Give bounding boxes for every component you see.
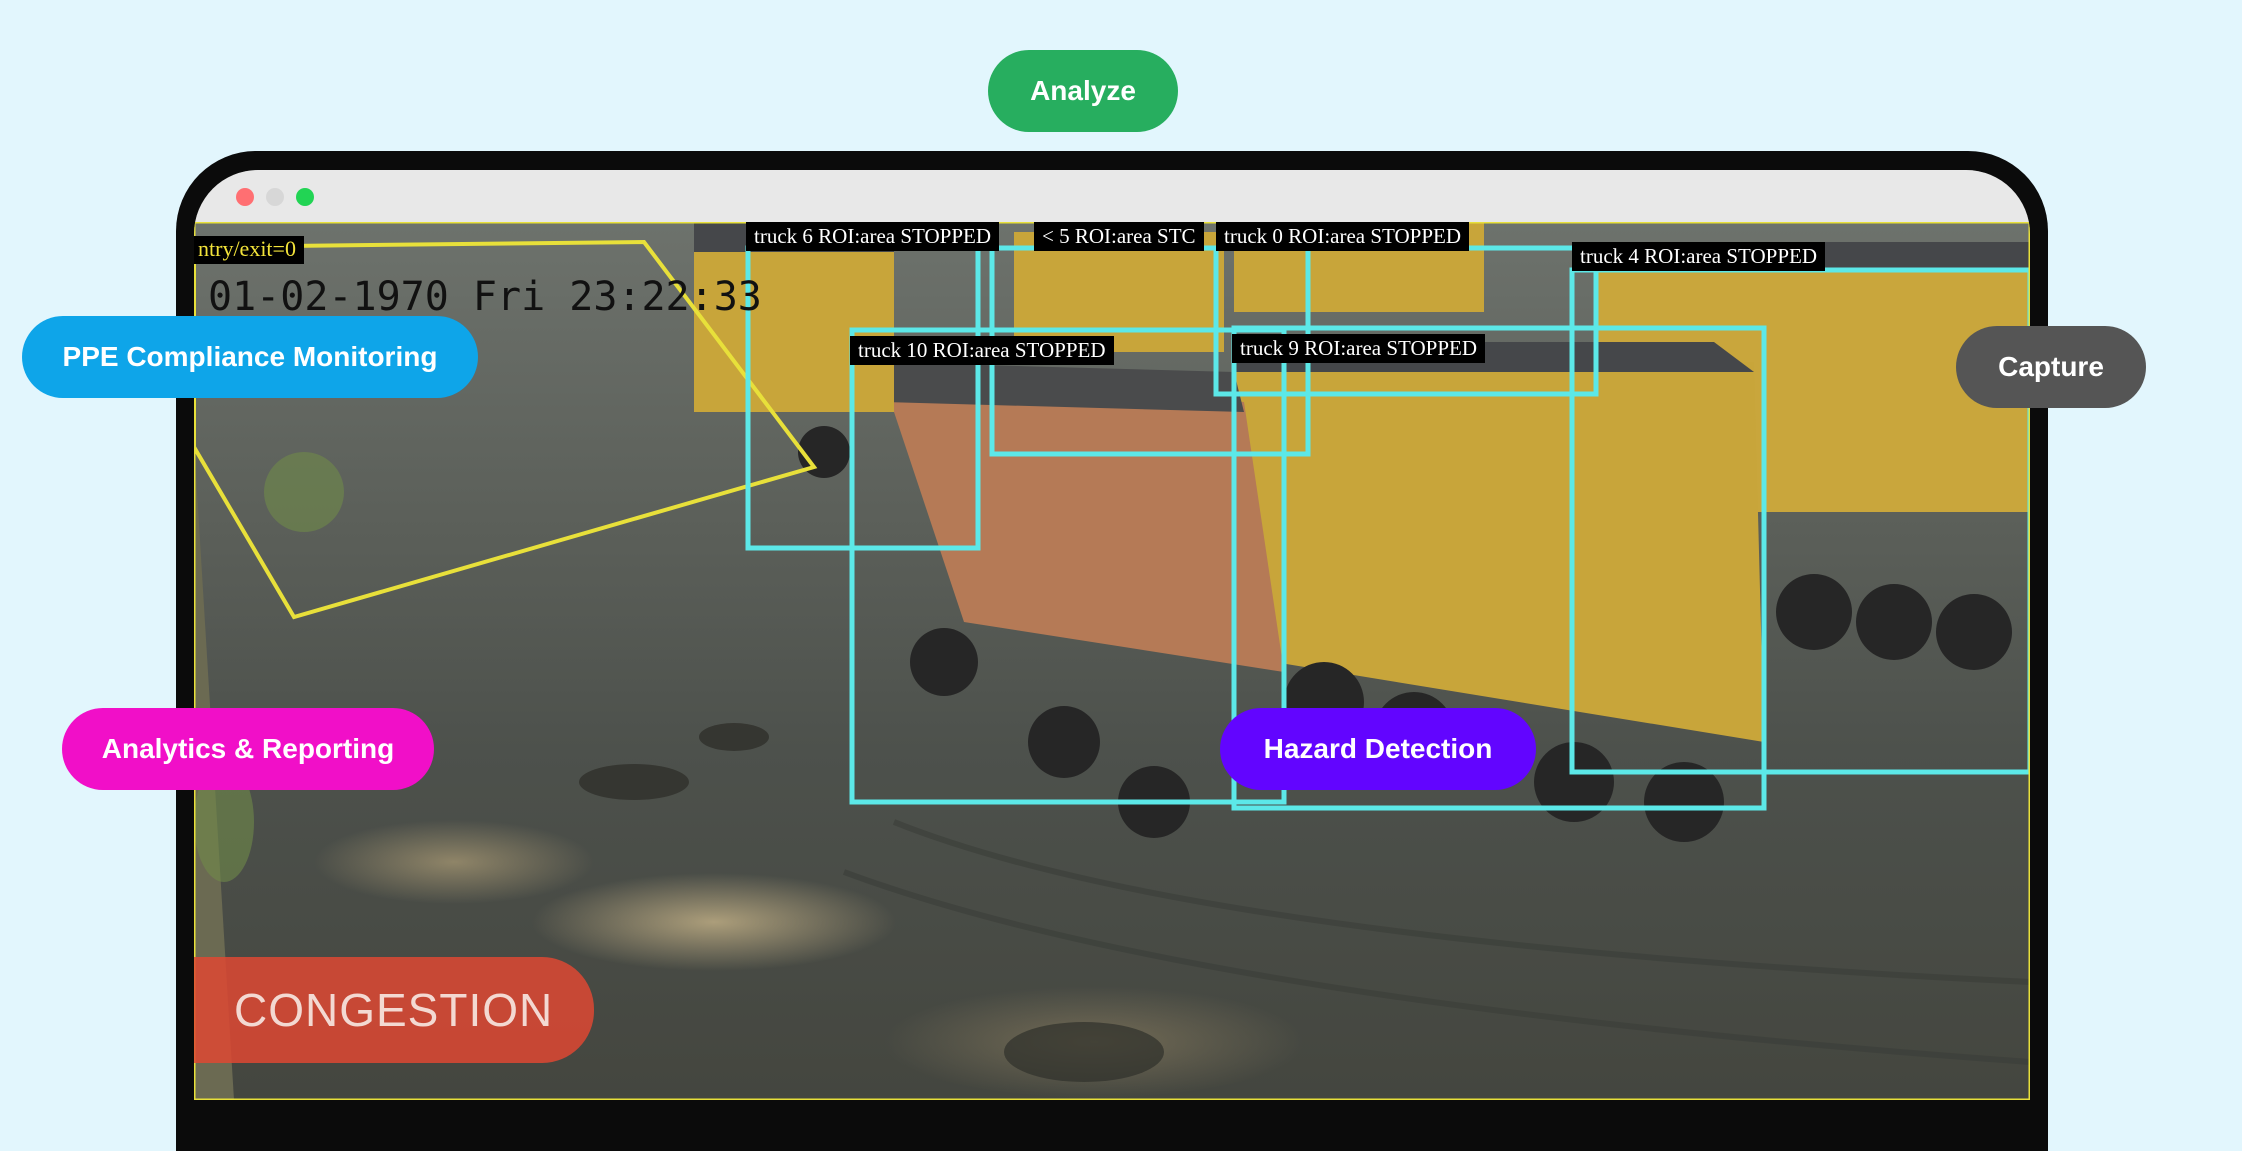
detection-label: truck 4 ROI:area STOPPED [1572,242,1825,271]
capture-button[interactable]: Capture [1956,326,2146,408]
window-titlebar [194,170,2030,222]
detection-label: truck 9 ROI:area STOPPED [1232,334,1485,363]
maximize-dot-icon[interactable] [296,188,314,206]
detection-label: < 5 ROI:area STC [1034,222,1204,251]
puddle [699,723,769,751]
tire-track [892,819,2030,985]
ppe-compliance-monitoring-button[interactable]: PPE Compliance Monitoring [22,316,478,398]
congestion-alert-badge: CONGESTION [194,957,594,1063]
analytics-reporting-button[interactable]: Analytics & Reporting [62,708,434,790]
detection-label: truck 10 ROI:area STOPPED [850,336,1114,365]
bush [264,452,344,532]
hazard-detection-button[interactable]: Hazard Detection [1220,708,1536,790]
congestion-alert-text: CONGESTION [234,984,554,1036]
detection-label: truck 0 ROI:area STOPPED [1216,222,1469,251]
camera-timestamp: 01-02-1970 Fri 23:22:33 [208,274,762,320]
detection-label: truck 6 ROI:area STOPPED [746,222,999,251]
app-window: ntry/exit=0 01-02-1970 Fri 23:22:33 truc… [194,170,2030,1100]
close-dot-icon[interactable] [236,188,254,206]
truck-illustration [874,362,1284,838]
entry-exit-counter: ntry/exit=0 [194,236,304,264]
analyze-button[interactable]: Analyze [988,50,1178,132]
puddle [579,764,689,800]
minimize-dot-icon[interactable] [266,188,284,206]
puddle [1004,1022,1164,1082]
